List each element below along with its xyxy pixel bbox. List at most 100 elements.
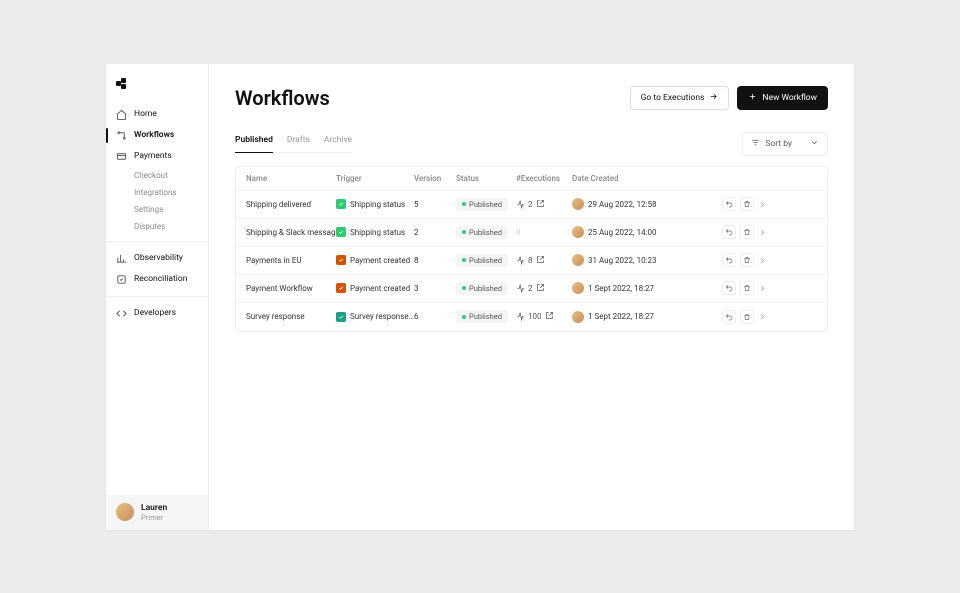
sidebar-item-label: Workflows	[134, 130, 174, 140]
tab-archive[interactable]: Archive	[324, 135, 352, 153]
exec-count: 0	[516, 228, 521, 237]
exec-count: 2	[528, 284, 533, 293]
sidebar-item-developers[interactable]: Developers	[106, 303, 208, 324]
avatar	[572, 198, 584, 210]
sidebar-sub-disputes[interactable]: Disputes	[106, 218, 208, 235]
go-to-executions-button[interactable]: Go to Executions	[630, 86, 730, 110]
trigger-label: Shipping status	[350, 200, 405, 209]
cell-trigger: Shipping status	[336, 227, 414, 237]
trigger-label: Payment created	[350, 256, 410, 265]
undo-button[interactable]	[722, 281, 736, 295]
sidebar-sub-checkout[interactable]: Checkout	[106, 167, 208, 184]
trigger-label: Shipping status	[350, 228, 405, 237]
app-window: Home Workflows Payments Checkout Integra…	[106, 64, 854, 530]
cell-status: Published	[456, 254, 516, 267]
date-label: 1 Sept 2022, 18:27	[588, 312, 654, 321]
delete-button[interactable]	[740, 197, 754, 211]
sidebar-item-label: Developers	[134, 308, 176, 318]
external-link-icon[interactable]	[536, 283, 545, 294]
expand-button[interactable]	[754, 200, 770, 209]
expand-button[interactable]	[754, 312, 770, 321]
reconciliation-icon	[116, 274, 127, 285]
external-link-icon[interactable]	[536, 199, 545, 210]
avatar	[572, 282, 584, 294]
sidebar-item-home[interactable]: Home	[106, 104, 208, 125]
delete-button[interactable]	[740, 253, 754, 267]
new-workflow-button[interactable]: New Workflow	[737, 86, 828, 110]
tab-published[interactable]: Published	[235, 135, 273, 153]
cell-date: 31 Aug 2022, 10:23	[572, 254, 692, 266]
user-info: Lauren Primer	[141, 503, 167, 522]
status-label: Published	[469, 312, 502, 321]
payments-icon	[116, 151, 127, 162]
table-row[interactable]: Payments in EU Payment created 8 Publish…	[236, 247, 827, 275]
date-label: 25 Aug 2022, 14:00	[588, 228, 657, 237]
sidebar-item-reconciliation[interactable]: Reconciliation	[106, 269, 208, 290]
sidebar-item-workflows[interactable]: Workflows	[106, 125, 208, 146]
cell-version: 5	[414, 200, 456, 209]
trigger-label: Survey response...	[350, 312, 414, 321]
cell-name: Survey response	[246, 312, 336, 321]
exec-count: 8	[528, 256, 533, 265]
sidebar-item-payments[interactable]: Payments	[106, 146, 208, 167]
button-label: Go to Executions	[641, 93, 705, 103]
undo-button[interactable]	[722, 253, 736, 267]
cell-status: Published	[456, 198, 516, 211]
sort-button[interactable]: Sort by	[742, 132, 828, 156]
sidebar-item-observability[interactable]: Observability	[106, 248, 208, 269]
expand-button[interactable]	[754, 228, 770, 237]
status-badge: Published	[456, 254, 508, 267]
status-dot-icon	[462, 315, 466, 319]
undo-button[interactable]	[722, 197, 736, 211]
cell-status: Published	[456, 282, 516, 295]
cell-executions: 2	[516, 283, 572, 294]
undo-button[interactable]	[722, 310, 736, 324]
status-badge: Published	[456, 226, 508, 239]
cell-date: 25 Aug 2022, 14:00	[572, 226, 692, 238]
cell-actions	[692, 310, 754, 324]
divider	[106, 296, 208, 297]
cell-date: 1 Sept 2022, 18:27	[572, 282, 692, 294]
expand-button[interactable]	[754, 284, 770, 293]
button-label: New Workflow	[762, 93, 817, 103]
avatar	[116, 503, 134, 521]
trigger-label: Payment created	[350, 284, 410, 293]
table-row[interactable]: Shipping delivered Shipping status 5 Pub…	[236, 191, 827, 219]
logo	[106, 74, 208, 104]
status-label: Published	[469, 200, 502, 209]
table-row[interactable]: Shipping & Slack message Shipping status…	[236, 219, 827, 247]
external-link-icon[interactable]	[536, 255, 545, 266]
user-card[interactable]: Lauren Primer	[106, 495, 208, 530]
tab-drafts[interactable]: Drafts	[287, 135, 310, 153]
delete-button[interactable]	[740, 225, 754, 239]
cell-name: Payments in EU	[246, 256, 336, 265]
delete-button[interactable]	[740, 310, 754, 324]
status-badge: Published	[456, 282, 508, 295]
sidebar-sub-settings[interactable]: Settings	[106, 201, 208, 218]
tabs-row: Published Drafts Archive Sort by	[235, 132, 828, 156]
cell-trigger: Survey response...	[336, 312, 414, 322]
expand-button[interactable]	[754, 256, 770, 265]
table-header: Name Trigger Version Status #Executions …	[236, 167, 827, 191]
nav: Home Workflows Payments Checkout Integra…	[106, 104, 208, 495]
status-badge: Published	[456, 198, 508, 211]
table-row[interactable]: Payment Workflow Payment created 3 Publi…	[236, 275, 827, 303]
cell-name: Shipping & Slack message	[246, 228, 336, 237]
sidebar-sub-integrations[interactable]: Integrations	[106, 184, 208, 201]
cell-version: 2	[414, 228, 456, 237]
sort-label: Sort by	[765, 139, 792, 149]
cell-name: Payment Workflow	[246, 284, 336, 293]
external-link-icon[interactable]	[545, 311, 554, 322]
cell-actions	[692, 197, 754, 211]
col-version: Version	[414, 174, 456, 183]
main-content: Workflows Go to Executions New Workflow …	[209, 64, 854, 530]
page-title: Workflows	[235, 86, 330, 110]
undo-button[interactable]	[722, 225, 736, 239]
page-header: Workflows Go to Executions New Workflow	[235, 86, 828, 110]
delete-button[interactable]	[740, 281, 754, 295]
cell-version: 8	[414, 256, 456, 265]
table-row[interactable]: Survey response Survey response... 6 Pub…	[236, 303, 827, 331]
status-dot-icon	[462, 258, 466, 262]
divider	[106, 241, 208, 242]
col-trigger: Trigger	[336, 174, 414, 183]
